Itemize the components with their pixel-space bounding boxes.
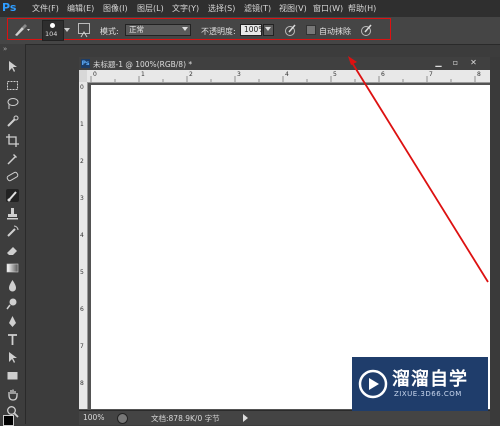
zoom-level[interactable]: 100% xyxy=(83,413,104,422)
ruler-corner xyxy=(79,70,87,82)
brush-panel-toggle-icon[interactable] xyxy=(78,23,90,38)
pressure-size-icon[interactable] xyxy=(360,22,374,36)
healing-brush-tool-icon[interactable] xyxy=(6,170,19,183)
chevron-down-icon xyxy=(265,27,271,31)
ruler-label: 8 xyxy=(80,380,84,387)
status-info-icon[interactable] xyxy=(117,413,128,424)
hand-tool-icon[interactable] xyxy=(6,388,19,401)
menu-file[interactable]: 文件(F) xyxy=(32,3,59,14)
airbrush-icon[interactable] xyxy=(284,22,298,36)
mode-label: 模式: xyxy=(100,27,119,36)
ruler-label: 2 xyxy=(189,71,193,78)
watermark-url: ZIXUE.3D66.COM xyxy=(394,390,462,398)
ps-doc-icon: Ps xyxy=(81,59,90,68)
auto-erase-label: 自动抹除 xyxy=(319,27,351,36)
ruler-label: 0 xyxy=(80,84,84,91)
ruler-label: 3 xyxy=(80,195,84,202)
menu-select[interactable]: 选择(S) xyxy=(208,3,235,14)
brush-size-picker[interactable]: 104 xyxy=(42,20,64,41)
ruler-label: 8 xyxy=(477,71,481,78)
menu-image[interactable]: 图像(I) xyxy=(103,3,128,14)
eraser-tool-icon[interactable] xyxy=(6,243,19,256)
menu-window[interactable]: 窗口(W) xyxy=(313,3,343,14)
crop-tool-icon[interactable] xyxy=(6,134,19,147)
tools-panel: » xyxy=(0,44,26,426)
opacity-input[interactable]: 100% xyxy=(240,24,265,36)
ruler-label: 1 xyxy=(141,71,145,78)
doc-info: 文档:878.9K/0 字节 xyxy=(151,414,220,423)
path-selection-tool-icon[interactable] xyxy=(6,351,19,364)
panel-dock xyxy=(490,57,500,424)
watermark-brand: 溜溜自学 xyxy=(392,369,468,390)
brush-size-value: 104 xyxy=(45,30,58,38)
ruler-label: 3 xyxy=(237,71,241,78)
menu-edit[interactable]: 编辑(E) xyxy=(67,3,94,14)
brush-dot-icon xyxy=(50,23,55,28)
menu-layer[interactable]: 图层(L) xyxy=(137,3,164,14)
ruler-label: 4 xyxy=(80,232,84,239)
ruler-label: 5 xyxy=(333,71,337,78)
status-menu-arrow-icon[interactable] xyxy=(243,414,248,422)
move-tool-icon[interactable] xyxy=(6,60,19,73)
ruler-label: 7 xyxy=(429,71,433,78)
ruler-label: 0 xyxy=(93,71,97,78)
document-title: 未标题-1 @ 100%(RGB/8) * xyxy=(93,60,193,69)
ruler-label: 7 xyxy=(80,343,84,350)
ruler-horizontal[interactable]: 0 1 2 3 4 5 6 7 8 xyxy=(87,70,490,83)
clone-stamp-tool-icon[interactable] xyxy=(6,207,19,220)
menu-type[interactable]: 文字(Y) xyxy=(172,3,199,14)
chevron-down-icon xyxy=(182,27,188,31)
document-tab[interactable]: Ps 未标题-1 @ 100%(RGB/8) * ▁ ▫ ✕ xyxy=(79,57,490,70)
eyedropper-tool-icon[interactable] xyxy=(6,152,19,165)
ruler-label: 2 xyxy=(80,158,84,165)
marquee-tool-icon[interactable] xyxy=(6,79,19,92)
history-brush-tool-icon[interactable] xyxy=(6,225,19,238)
toolbar-collapse-icon[interactable]: » xyxy=(3,45,7,53)
play-logo-icon xyxy=(358,369,388,399)
menu-bar: Ps 文件(F) 编辑(E) 图像(I) 图层(L) 文字(Y) 选择(S) 滤… xyxy=(0,0,500,17)
dodge-tool-icon[interactable] xyxy=(6,297,19,310)
opacity-label: 不透明度: xyxy=(201,27,236,36)
auto-erase-checkbox[interactable] xyxy=(306,25,316,35)
brush-dropdown-arrow-icon[interactable] xyxy=(64,28,70,32)
opacity-dropdown[interactable] xyxy=(263,24,274,36)
minimize-icon[interactable]: ▁ xyxy=(431,58,446,68)
rectangle-tool-icon[interactable] xyxy=(6,369,19,382)
gradient-tool-icon[interactable] xyxy=(6,261,19,274)
maximize-icon[interactable]: ▫ xyxy=(448,58,463,68)
status-bar: 100% 文档:878.9K/0 字节 xyxy=(79,410,490,425)
type-tool-icon[interactable] xyxy=(6,333,19,346)
ruler-label: 1 xyxy=(80,121,84,128)
ruler-vertical[interactable]: 0 1 2 3 4 5 6 7 8 xyxy=(79,82,88,409)
ps-logo: Ps xyxy=(2,1,17,14)
ruler-label: 6 xyxy=(80,306,84,313)
mode-select[interactable]: 正常 xyxy=(125,24,191,36)
menu-filter[interactable]: 滤镜(T) xyxy=(244,3,271,14)
mode-select-value: 正常 xyxy=(129,25,144,34)
blur-tool-icon[interactable] xyxy=(6,279,19,292)
close-icon[interactable]: ✕ xyxy=(466,58,481,68)
ruler-label: 6 xyxy=(381,71,385,78)
quick-select-tool-icon[interactable] xyxy=(6,115,19,128)
lasso-tool-icon[interactable] xyxy=(6,97,19,110)
ruler-label: 5 xyxy=(80,269,84,276)
pen-tool-icon[interactable] xyxy=(6,315,19,328)
menu-help[interactable]: 帮助(H) xyxy=(348,3,376,14)
ruler-label: 4 xyxy=(285,71,289,78)
watermark: 溜溜自学 ZIXUE.3D66.COM xyxy=(352,357,488,411)
menu-view[interactable]: 视图(V) xyxy=(279,3,307,14)
eraser-tool-preset-icon[interactable] xyxy=(13,22,31,36)
foreground-color-swatch[interactable] xyxy=(3,415,14,426)
brush-tool-icon[interactable] xyxy=(6,189,19,202)
